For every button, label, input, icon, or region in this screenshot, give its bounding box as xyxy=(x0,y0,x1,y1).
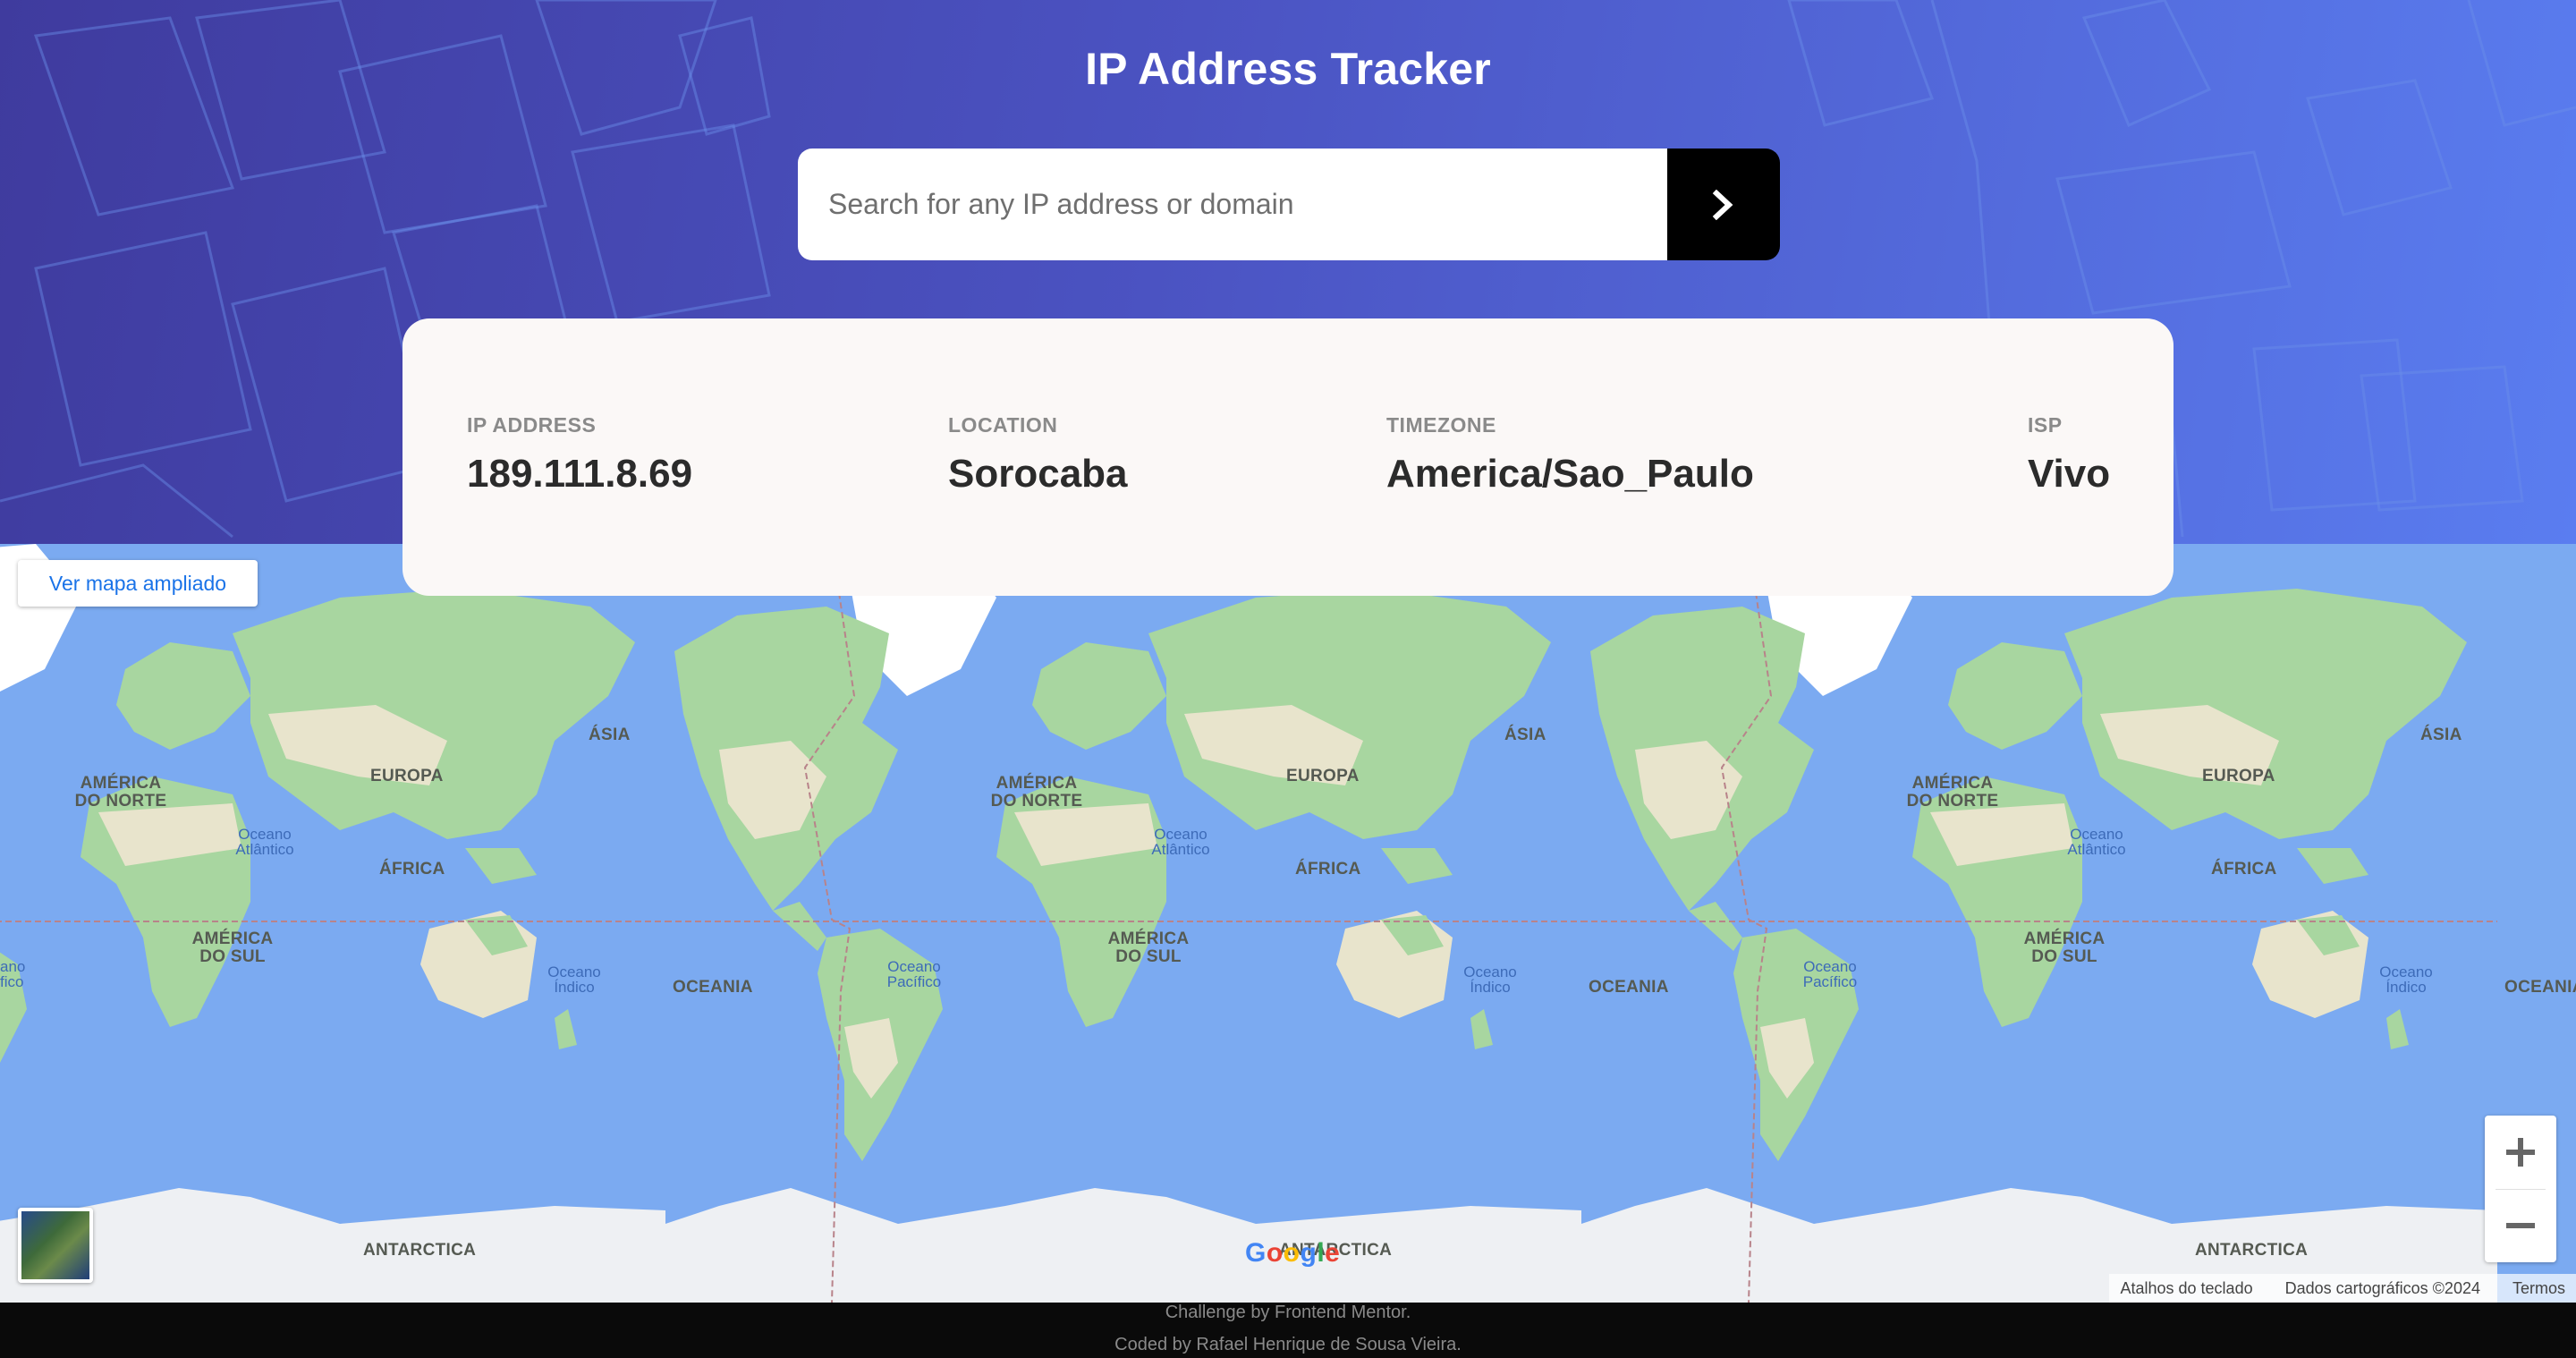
continent-label-europe: EUROPA xyxy=(2202,767,2275,785)
continent-label-oceania: OCEANIA xyxy=(2504,978,2576,997)
location-value: Sorocaba xyxy=(948,452,1128,496)
map-data-text: Dados cartográficos ©2024 xyxy=(2284,1278,2480,1297)
continent-label-antarctica: ANTARCTICA xyxy=(2195,1241,2309,1260)
info-location: LOCATION Sorocaba xyxy=(948,413,1128,497)
continent-label-antarctica: ANTARCTICA xyxy=(363,1241,477,1260)
continent-label-europe: EUROPA xyxy=(370,767,444,785)
info-label: TIMEZONE xyxy=(1386,413,1496,437)
continent-label-north-america: AMÉRICA DO NORTE xyxy=(1906,774,1999,811)
continent-label-south-america: AMÉRICA DO SUL xyxy=(2023,929,2106,966)
continent-label-north-america: AMÉRICA DO NORTE xyxy=(74,774,167,811)
search-form xyxy=(798,149,1780,260)
ocean-label-pacific: Oceano Pacífico xyxy=(886,958,942,990)
map-attribution: Atalhos do teclado Dados cartográficos ©… xyxy=(2109,1274,2576,1303)
info-label: LOCATION xyxy=(948,413,1058,437)
info-label: IP ADDRESS xyxy=(467,413,597,437)
google-logo: Google xyxy=(1245,1238,1341,1268)
timezone-value: America/Sao_Paulo xyxy=(1386,452,1754,496)
ocean-label-pacific: Oceano Pacífico xyxy=(1802,958,1858,990)
info-timezone: TIMEZONE America/Sao_Paulo xyxy=(1386,413,1754,497)
continent-label-asia: ÁSIA xyxy=(1504,726,1546,744)
search-button[interactable] xyxy=(1667,149,1780,260)
zoom-divider xyxy=(2496,1189,2546,1190)
continent-label-south-america: AMÉRICA DO SUL xyxy=(1107,929,1190,966)
map-type-toggle[interactable] xyxy=(18,1208,93,1283)
zoom-control xyxy=(2485,1116,2556,1262)
ocean-label-atlantic: Oceano Atlântico xyxy=(1151,826,1210,858)
search-input[interactable] xyxy=(798,149,1667,260)
ocean-label-atlantic: Oceano Atlântico xyxy=(2067,826,2126,858)
ip-info-card: IP ADDRESS 189.111.8.69 LOCATION Sorocab… xyxy=(402,318,2174,596)
continent-label-africa: ÁFRICA xyxy=(1295,860,1361,878)
terms-link[interactable]: Termos xyxy=(2512,1279,2565,1298)
ocean-label-atlantic: Oceano Atlântico xyxy=(235,826,294,858)
info-ip-address: IP ADDRESS 189.111.8.69 xyxy=(467,413,692,497)
ocean-label-indian: Oceano Índico xyxy=(547,963,601,996)
map[interactable]: AMÉRICA DO NORTE AMÉRICA DO NORTE AMÉRIC… xyxy=(0,544,2576,1303)
continent-label-oceania: OCEANIA xyxy=(1589,978,1669,997)
continent-label-europe: EUROPA xyxy=(1286,767,1360,785)
page: IP Address Tracker IP ADDRESS 189.111.8.… xyxy=(0,0,2576,1358)
continent-label-asia: ÁSIA xyxy=(589,726,631,744)
view-larger-map-button[interactable]: Ver mapa ampliado xyxy=(18,560,258,607)
isp-value: Vivo xyxy=(2028,452,2111,496)
keyboard-shortcuts-link[interactable]: Atalhos do teclado xyxy=(2120,1279,2252,1298)
ocean-label-pacific-partial: ano fico xyxy=(0,958,26,990)
footer-challenge-credit: Challenge by Frontend Mentor. xyxy=(1165,1303,1411,1322)
continent-label-south-america: AMÉRICA DO SUL xyxy=(191,929,274,966)
minus-icon xyxy=(2506,1223,2535,1228)
ip-address-value: 189.111.8.69 xyxy=(467,452,693,496)
zoom-out-button[interactable] xyxy=(2485,1189,2556,1262)
continent-label-africa: ÁFRICA xyxy=(379,860,445,878)
continent-label-north-america: AMÉRICA DO NORTE xyxy=(990,774,1083,811)
continent-label-oceania: OCEANIA xyxy=(673,978,753,997)
plus-icon xyxy=(2506,1138,2535,1167)
world-map-tiles xyxy=(0,544,2498,1303)
footer: Challenge by Frontend Mentor. Coded by R… xyxy=(0,1303,2576,1358)
page-title: IP Address Tracker xyxy=(1085,44,1491,94)
ocean-label-indian: Oceano Índico xyxy=(1463,963,1517,996)
footer-author-credit: Coded by Rafael Henrique de Sousa Vieira… xyxy=(1114,1335,1462,1354)
info-isp: ISP Vivo xyxy=(2028,413,2110,497)
info-label: ISP xyxy=(2028,413,2063,437)
ocean-label-indian: Oceano Índico xyxy=(2379,963,2433,996)
continent-label-asia: ÁSIA xyxy=(2420,726,2462,744)
zoom-in-button[interactable] xyxy=(2485,1116,2556,1189)
continent-label-africa: ÁFRICA xyxy=(2211,860,2277,878)
chevron-right-icon xyxy=(1712,189,1733,220)
